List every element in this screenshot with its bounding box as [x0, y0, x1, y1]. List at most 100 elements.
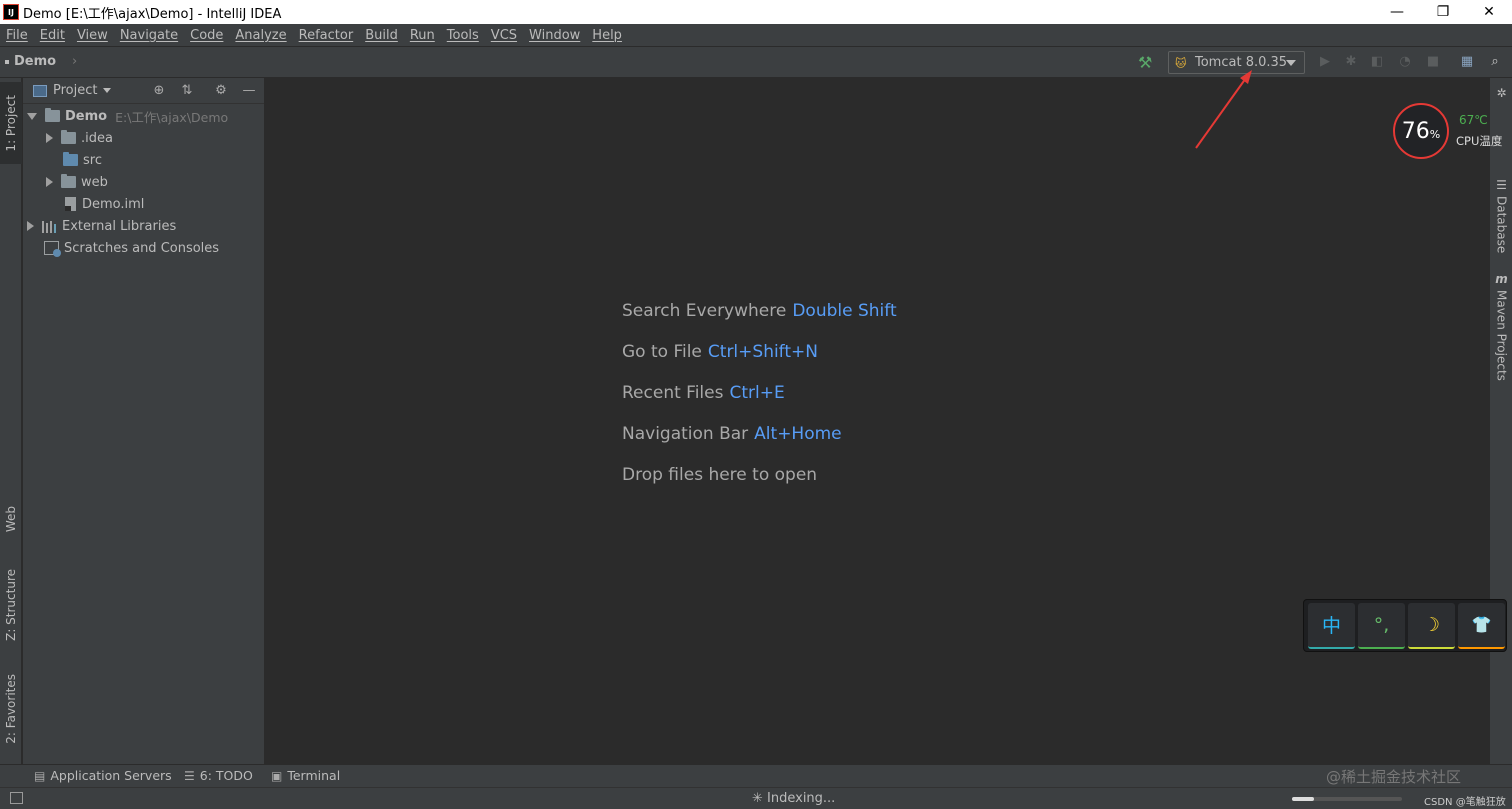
folder-icon	[61, 130, 76, 144]
iml-file-icon	[65, 197, 76, 211]
tree-row-idea[interactable]: .idea	[46, 127, 113, 149]
tab-terminal-label: Terminal	[287, 768, 341, 783]
menu-file[interactable]: File	[0, 28, 34, 43]
menu-analyze[interactable]: Analyze	[229, 28, 292, 43]
tree-label-external-libraries: External Libraries	[62, 218, 177, 234]
project-view-icon	[33, 84, 47, 97]
menu-vcs[interactable]: VCS	[485, 28, 523, 43]
hint-recent-files: Recent Files Ctrl+E	[622, 383, 785, 403]
hint-shortcut: Double Shift	[792, 301, 897, 321]
hint-text: Drop files here to open	[622, 465, 818, 485]
run-icon[interactable]: ▶	[1318, 55, 1332, 69]
tab-maven-label: Maven Projects	[1494, 290, 1509, 381]
tab-application-servers-label: Application Servers	[50, 768, 172, 783]
build-hammer-icon[interactable]: ⚒	[1138, 53, 1152, 72]
hint-shortcut: Ctrl+E	[729, 383, 785, 403]
menu-refactor[interactable]: Refactor	[293, 28, 360, 43]
menu-build[interactable]: Build	[359, 28, 404, 43]
hint-text: Recent Files	[622, 383, 724, 403]
menu-help[interactable]: Help	[586, 28, 628, 43]
stop-icon[interactable]: ■	[1426, 55, 1440, 69]
cpu-usage-ring: 76%	[1393, 103, 1449, 159]
tree-label-demo-iml: Demo.iml	[82, 196, 145, 212]
tab-application-servers[interactable]: ▤ Application Servers	[34, 768, 172, 783]
tree-row-demo-iml[interactable]: Demo.iml	[63, 193, 144, 215]
ime-toolbar: 中 °, ☽ 👕	[1303, 599, 1507, 652]
application-servers-icon: ▤	[34, 768, 46, 783]
project-view-selector[interactable]: Project	[53, 83, 97, 98]
tab-web[interactable]: Web	[0, 494, 22, 544]
tree-row-src[interactable]: src	[63, 149, 102, 171]
gear-icon[interactable]: ⚙	[213, 83, 229, 99]
tree-label-demo: Demo	[65, 108, 108, 124]
breadcrumb-demo[interactable]: Demo	[4, 54, 56, 69]
project-panel: Project ⊕ ⇅ ⚙ — Demo E:\工作\ajax\Demo .id…	[23, 78, 265, 764]
tab-structure-label: Z: Structure	[4, 569, 18, 641]
tab-project[interactable]: 1: Project	[0, 82, 22, 164]
expand-arrow-icon[interactable]	[27, 221, 34, 231]
csdn-credit: CSDN @笔触狂放	[1424, 797, 1506, 808]
cpu-usage-unit: %	[1429, 127, 1441, 141]
ime-moon-mode-button[interactable]: ☽	[1408, 602, 1455, 649]
editor-area[interactable]: Search Everywhere Double Shift Go to File…	[266, 78, 1489, 764]
menu-window[interactable]: Window	[523, 28, 586, 43]
indexing-status: ✳ Indexing...	[752, 791, 835, 806]
cpu-monitor-widget: 76% 67℃ CPU温度	[1393, 103, 1502, 159]
expand-arrow-icon[interactable]	[27, 112, 37, 120]
tab-favorites[interactable]: 2: Favorites	[0, 666, 22, 752]
tab-todo[interactable]: ☰ 6: TODO	[184, 768, 253, 783]
ime-chinese-mode-button[interactable]: 中	[1308, 602, 1355, 649]
tree-row-scratches[interactable]: Scratches and Consoles	[44, 237, 219, 259]
menu-edit[interactable]: Edit	[34, 28, 71, 43]
expand-arrow-icon[interactable]	[46, 133, 53, 143]
project-structure-icon[interactable]: ▦	[1460, 55, 1474, 69]
ime-punctuation-button[interactable]: °,	[1358, 602, 1405, 649]
run-configuration-label: Tomcat 8.0.35	[1195, 55, 1288, 70]
run-configuration-dropdown[interactable]: 🐱 Tomcat 8.0.35	[1168, 51, 1305, 74]
tree-row-web[interactable]: web	[46, 171, 108, 193]
coverage-icon[interactable]: ◧	[1370, 55, 1384, 69]
tree-label-src: src	[83, 152, 102, 168]
module-folder-icon	[45, 108, 60, 122]
status-bar: ✳ Indexing... CSDN @笔触狂放	[0, 787, 1512, 809]
spinner-icon: ✳	[752, 791, 768, 806]
tab-maven-projects[interactable]: m Maven Projects	[1490, 272, 1512, 381]
locate-icon[interactable]: ⊕	[151, 83, 167, 99]
tab-database[interactable]: ☰ Database	[1490, 178, 1512, 253]
indexing-text: Indexing...	[767, 791, 836, 806]
ime-skin-button[interactable]: 👕	[1458, 602, 1505, 649]
restore-button[interactable]: ❐	[1420, 0, 1466, 24]
menu-view[interactable]: View	[71, 28, 114, 43]
close-button[interactable]: ✕	[1466, 0, 1512, 24]
ant-build-icon: ✲	[1496, 86, 1507, 100]
menu-run[interactable]: Run	[404, 28, 441, 43]
tab-ant[interactable]: ✲	[1490, 86, 1512, 104]
tomcat-icon: 🐱	[1175, 56, 1187, 70]
search-icon[interactable]: ⌕	[1488, 55, 1502, 69]
expand-arrow-icon[interactable]	[46, 177, 53, 187]
profile-icon[interactable]: ◔	[1398, 55, 1412, 69]
toggle-tool-windows-icon[interactable]	[10, 792, 23, 804]
menu-code[interactable]: Code	[184, 28, 229, 43]
scratches-icon	[44, 241, 61, 257]
right-tool-strip: ✲ ☰ Database m Maven Projects	[1489, 78, 1512, 764]
tab-terminal[interactable]: ▣ Terminal	[271, 768, 340, 783]
collapse-all-icon[interactable]: ⇅	[179, 83, 195, 99]
hint-shortcut: Alt+Home	[754, 424, 842, 444]
tree-row-demo-root[interactable]: Demo E:\工作\ajax\Demo	[27, 105, 228, 127]
tab-structure[interactable]: Z: Structure	[0, 562, 22, 648]
tree-label-web: web	[81, 174, 108, 190]
debug-icon[interactable]: ✱	[1344, 55, 1358, 69]
minimize-button[interactable]: —	[1374, 0, 1420, 24]
menu-navigate[interactable]: Navigate	[114, 28, 184, 43]
menu-tools[interactable]: Tools	[441, 28, 485, 43]
hide-panel-icon[interactable]: —	[241, 83, 257, 99]
todo-list-icon: ☰	[184, 768, 195, 783]
source-folder-icon	[63, 152, 78, 166]
menu-bar: File Edit View Navigate Code Analyze Ref…	[0, 24, 1512, 46]
chevron-down-icon[interactable]	[103, 88, 112, 93]
tree-row-external-libraries[interactable]: External Libraries	[27, 215, 176, 237]
window-title-bar: IJ Demo [E:\工作\ajax\Demo] - IntelliJ IDE…	[0, 0, 1512, 24]
tree-root-path: E:\工作\ajax\Demo	[115, 109, 229, 125]
bottom-tool-bar: ▤ Application Servers ☰ 6: TODO ▣ Termin…	[0, 764, 1512, 787]
